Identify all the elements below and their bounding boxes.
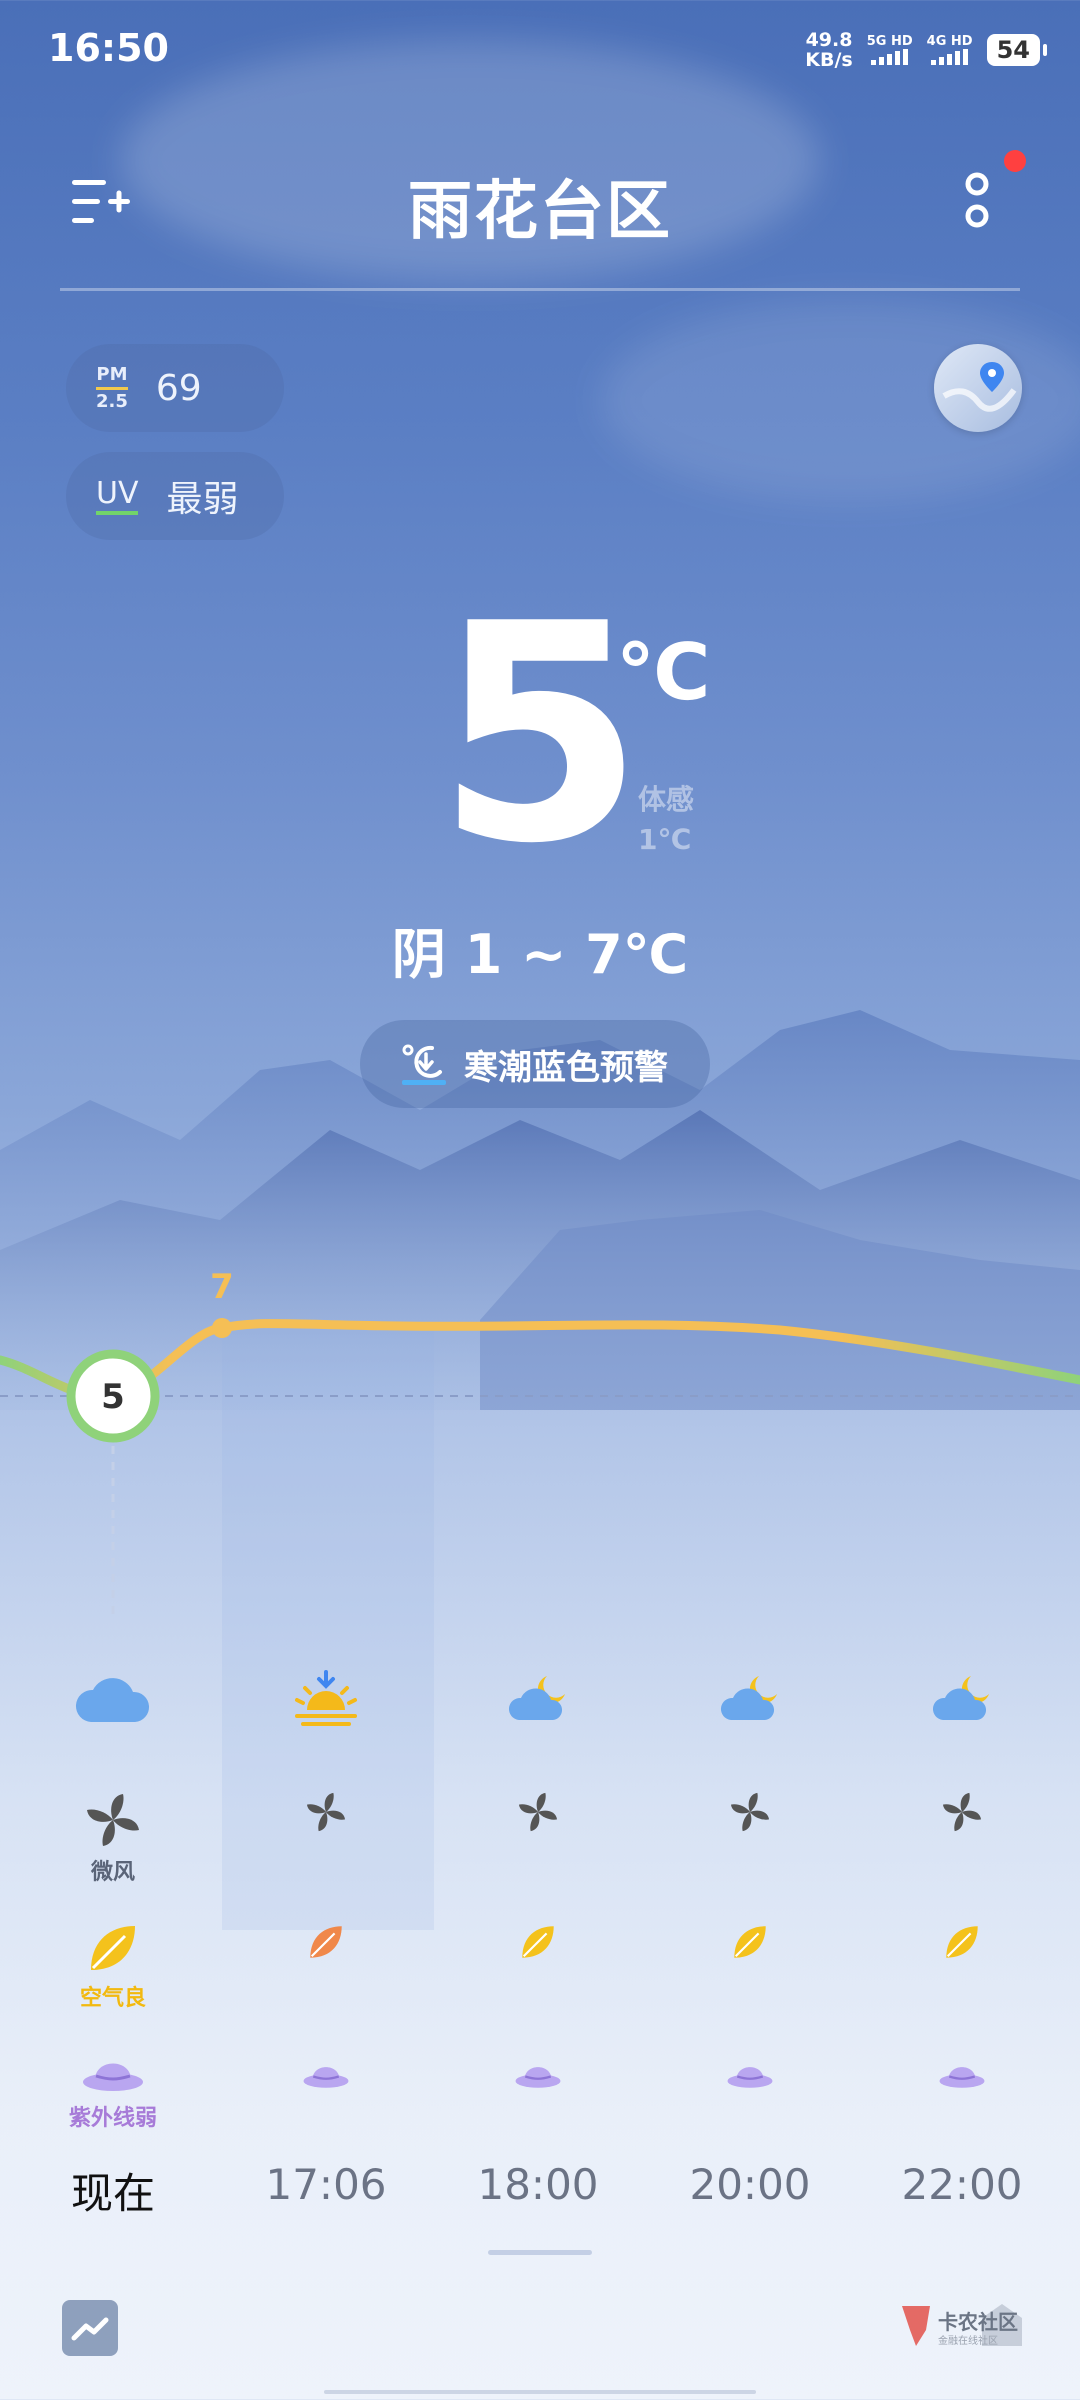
leaf-icon xyxy=(734,1926,766,1958)
hourly-wind-icon xyxy=(448,1790,628,1838)
hat-icon xyxy=(727,2067,773,2088)
trend-button[interactable] xyxy=(62,2300,118,2356)
weather-alert-button[interactable]: 寒潮蓝色预警 xyxy=(360,1020,710,1108)
leaf-icon xyxy=(91,1926,135,1970)
hat-icon xyxy=(303,2067,349,2088)
hourly-wind-icon xyxy=(236,1790,416,1838)
cold-wave-icon xyxy=(402,1044,446,1085)
cloudy-night-icon xyxy=(720,1676,777,1720)
signal-sim1-icon: 5G HD xyxy=(867,35,913,65)
wind-label: 微风 xyxy=(90,1860,135,1885)
uv-level-label: 紫外线弱 xyxy=(68,2106,157,2131)
cloudy-icon xyxy=(75,1678,150,1722)
hourly-time: 22:00 xyxy=(901,2160,1023,2209)
trend-chart-icon xyxy=(71,2317,109,2341)
hourly-uv-icon xyxy=(872,2058,1052,2096)
pm-label-bottom: 2.5 xyxy=(96,390,128,412)
hourly-weather-icon xyxy=(448,1672,628,1728)
hourly-uv-icon: 紫外线弱 xyxy=(23,2052,203,2132)
hourly-uv-icon xyxy=(660,2058,840,2096)
hourly-weather-icon xyxy=(23,1670,203,1734)
uv-chip[interactable]: UV 最弱 xyxy=(66,452,284,540)
network-speed: 49.8 KB/s xyxy=(805,30,852,70)
hourly-time: 18:00 xyxy=(477,2160,599,2209)
hourly-wind-icon: 微风 xyxy=(23,1790,203,1886)
leaf-icon xyxy=(946,1926,978,1958)
hourly-air-icon xyxy=(872,1922,1052,1966)
signal-sim2-icon: 4G HD xyxy=(927,35,973,65)
temperature-chart: 7 5 xyxy=(0,1267,1080,1620)
fan-icon xyxy=(730,1792,770,1832)
air-quality-label: 空气良 xyxy=(79,1986,146,2011)
feels-like-label: 体感 xyxy=(638,783,695,816)
hourly-time: 现在 xyxy=(70,2169,155,2218)
leaf-icon xyxy=(310,1926,342,1958)
header-divider xyxy=(60,288,1020,291)
watermark-subtext: 金融在线社区 xyxy=(938,2336,998,2347)
cloudy-night-icon xyxy=(932,1676,989,1720)
feels-like: 体感 1℃ xyxy=(638,780,694,860)
hourly-air-icon xyxy=(660,1922,840,1966)
hourly-weather-icon xyxy=(660,1672,840,1728)
city-title[interactable]: 雨花台区 xyxy=(0,160,1080,252)
temperature-unit: ℃ xyxy=(616,628,711,718)
hourly-wind-icon xyxy=(872,1790,1052,1838)
hourly-weather-icon xyxy=(236,1670,416,1734)
network-speed-value: 49.8 xyxy=(805,29,853,51)
max-temp-label: 7 xyxy=(210,1267,234,1307)
current-temperature: 5 xyxy=(435,560,645,909)
hourly-weather-icon xyxy=(872,1672,1052,1728)
network-speed-unit: KB/s xyxy=(805,49,853,71)
hourly-uv-icon xyxy=(236,2058,416,2096)
scroll-indicator xyxy=(488,2250,592,2255)
hat-icon xyxy=(83,2063,143,2091)
map-button[interactable] xyxy=(934,344,1022,432)
hourly-time: 17:06 xyxy=(265,2160,387,2209)
sim2-label: 4G HD xyxy=(926,34,973,49)
battery-indicator: 54 xyxy=(986,34,1048,66)
pm25-chip[interactable]: PM 2.5 69 xyxy=(66,344,284,432)
hat-icon xyxy=(939,2067,985,2088)
fan-icon xyxy=(942,1792,982,1832)
uv-value: 最弱 xyxy=(166,479,239,520)
pm25-value: 69 xyxy=(155,367,202,409)
notification-dot xyxy=(1004,150,1026,172)
hourly-air-icon xyxy=(448,1922,628,1966)
fan-icon xyxy=(87,1794,139,1846)
cloudy-night-icon xyxy=(508,1676,565,1720)
max-temp-point xyxy=(212,1318,232,1338)
uv-label: UV xyxy=(96,477,139,515)
hourly-time: 20:00 xyxy=(689,2160,811,2209)
current-temp-point-label: 5 xyxy=(101,1377,125,1417)
pm25-label: PM 2.5 xyxy=(96,363,128,412)
feels-like-value: 1℃ xyxy=(638,823,692,856)
hourly-air-icon: 空气良 xyxy=(23,1920,203,2012)
condition-range: 阴 1 ~ 7℃ xyxy=(391,923,689,986)
hourly-air-icon xyxy=(236,1922,416,1966)
sunset-icon xyxy=(295,1670,357,1726)
fan-icon xyxy=(306,1792,346,1832)
leaf-icon xyxy=(522,1926,554,1958)
sim1-label: 5G HD xyxy=(866,34,913,49)
fan-icon xyxy=(518,1792,558,1832)
hat-icon xyxy=(515,2067,561,2088)
status-icons: 49.8 KB/s 5G HD 4G HD 54 xyxy=(805,30,1048,70)
status-time: 16:50 xyxy=(48,26,169,70)
hourly-uv-icon xyxy=(448,2058,628,2096)
hourly-wind-icon xyxy=(660,1790,840,1838)
home-indicator[interactable] xyxy=(324,2390,756,2394)
alert-text: 寒潮蓝色预警 xyxy=(464,1047,668,1088)
temperature-curve xyxy=(0,1319,1080,1401)
pm-label-top: PM xyxy=(96,363,128,385)
more-vertical-icon[interactable] xyxy=(955,170,999,234)
watermark-text: 卡农社区 xyxy=(938,2310,1018,2334)
map-pin-icon xyxy=(942,362,1017,412)
